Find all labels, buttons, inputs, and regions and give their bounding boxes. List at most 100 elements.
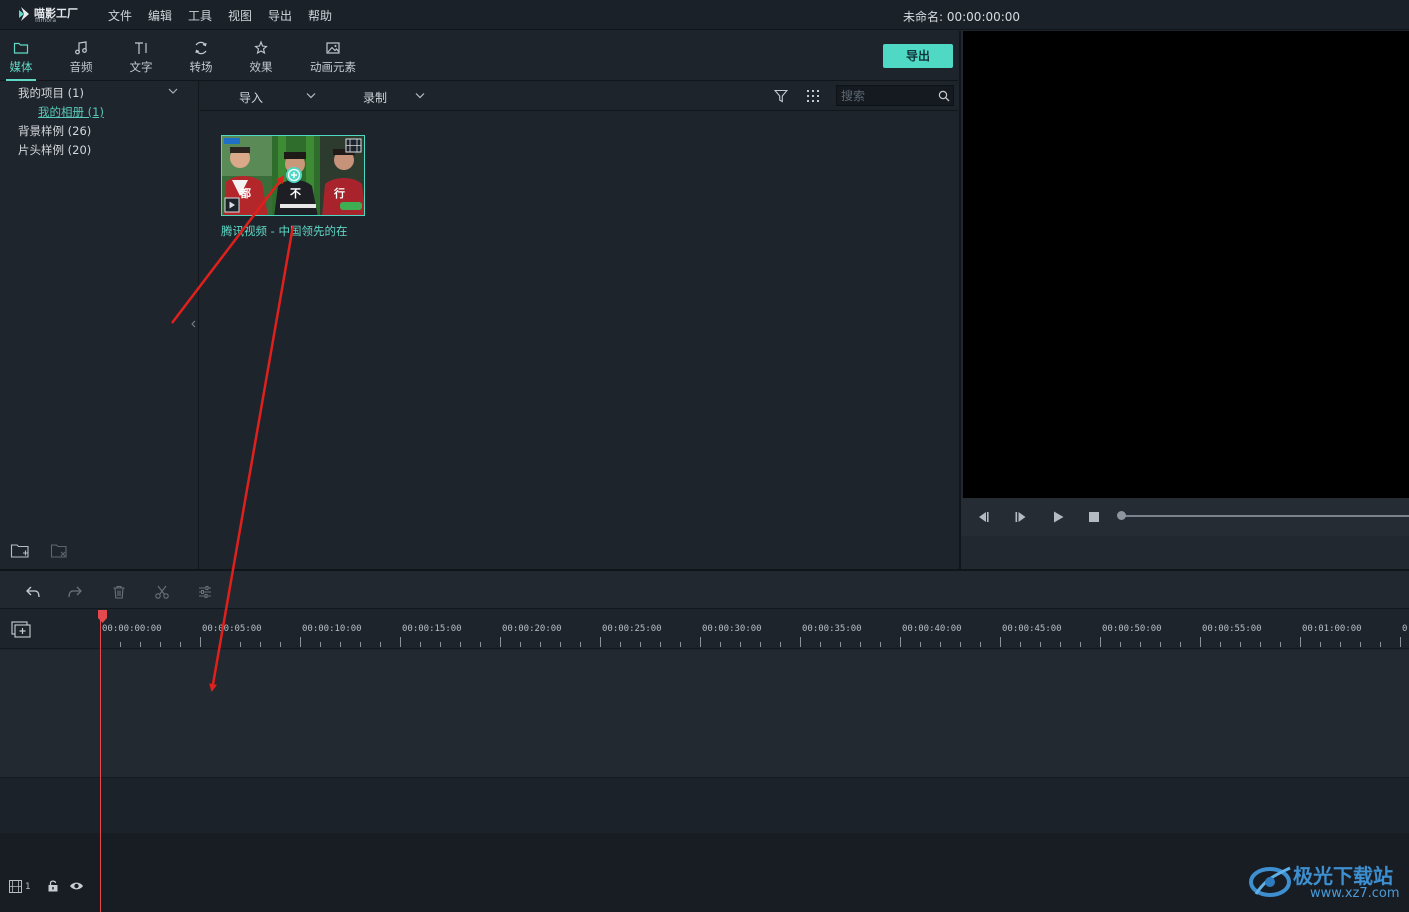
transition-icon: [195, 41, 207, 55]
preview-panel: [959, 31, 1409, 569]
tab-audio[interactable]: 音频: [64, 31, 98, 81]
chevron-down-icon[interactable]: [168, 87, 178, 95]
scrubber-knob[interactable]: [1117, 511, 1126, 520]
grid-view-icon[interactable]: [806, 89, 820, 103]
adjust-icon[interactable]: [197, 584, 213, 600]
ruler-time-label: 00:00:25:00: [602, 624, 662, 634]
add-track-icon[interactable]: [11, 621, 31, 638]
stop-icon[interactable]: [1087, 510, 1101, 524]
ruler-time-label: 00:00:55:00: [1202, 624, 1262, 634]
ruler-time-label: 00:00:10:00: [302, 624, 362, 634]
tree-item-backgrounds[interactable]: 背景样例 (26): [18, 123, 91, 139]
delete-folder-icon: [50, 544, 67, 558]
logo-subtext: filmora: [35, 17, 57, 24]
text-icon: [135, 42, 147, 54]
menu-view[interactable]: 视图: [228, 7, 252, 24]
tree-item-my-projects[interactable]: 我的项目 (1): [18, 85, 84, 101]
track-area-bottom: [0, 833, 1409, 912]
new-folder-icon[interactable]: [10, 542, 30, 560]
record-dropdown[interactable]: 录制: [363, 89, 387, 106]
track-header: 1: [0, 833, 100, 912]
track-number: 1: [25, 882, 31, 892]
cut-icon[interactable]: [154, 584, 170, 600]
preview-scrubber[interactable]: [1121, 515, 1409, 517]
tree-item-intros[interactable]: 片头样例 (20): [18, 142, 91, 158]
undo-icon[interactable]: [25, 584, 41, 600]
watermark-logo-icon: [1249, 866, 1291, 897]
step-back-icon[interactable]: [976, 510, 990, 524]
library-tabs: 媒体 音频 文字 转场 效果 动画元素 导出: [0, 31, 958, 81]
ruler-time-label: 00:01:00:00: [1302, 624, 1362, 634]
tab-media[interactable]: 媒体: [4, 31, 38, 81]
timeline-ruler[interactable]: 00:00:00:00 00:00:05:00 00:00:10:00 00:00:1…: [100, 609, 1409, 649]
preview-screen: [963, 31, 1409, 498]
project-title: 未命名: 00:00:00:00: [903, 10, 1021, 24]
menu-export[interactable]: 导出: [268, 7, 292, 24]
site-watermark: 极光下载站 www.xz7.com: [1248, 858, 1403, 906]
menu-help[interactable]: 帮助: [308, 7, 332, 24]
thumb-caption-1: 都: [239, 186, 251, 200]
redo-icon[interactable]: [67, 584, 83, 600]
media-thumbnail[interactable]: 都 不 行: [221, 135, 365, 216]
menu-bar: 喵影工厂 filmora 文件 编辑 工具 视图 导出 帮助 未命名: 00:0…: [0, 0, 1409, 30]
playhead-marker-icon[interactable]: [98, 610, 107, 623]
app-logo: 喵影工厂 filmora: [16, 4, 86, 26]
logo-icon: [19, 7, 29, 21]
playback-controls: [961, 498, 1409, 536]
watermark-url: www.xz7.com: [1310, 886, 1400, 901]
ruler-time-label: 00:00:15:00: [402, 624, 462, 634]
music-note-icon: [75, 41, 87, 55]
audio-track[interactable]: [0, 777, 1409, 833]
video-thumbnail-image: 都 不 行: [222, 136, 364, 215]
tab-label: 效果: [249, 60, 273, 74]
ruler-time-label: 00:00:40:00: [902, 624, 962, 634]
ruler-time-label: 00:00:05:00: [202, 624, 262, 634]
menu-file[interactable]: 文件: [108, 7, 132, 24]
menu-tools[interactable]: 工具: [188, 7, 212, 24]
folder-icon: [13, 42, 29, 54]
tab-label: 音频: [69, 60, 93, 74]
ruler-time-label: 00:00:20:00: [502, 624, 562, 634]
chevron-down-icon[interactable]: [306, 92, 316, 99]
tab-effects[interactable]: 效果: [244, 31, 278, 81]
search-input[interactable]: [841, 87, 933, 105]
ruler-time-label: 00:00:45:00: [1002, 624, 1062, 634]
collapse-panel-icon[interactable]: [189, 319, 197, 329]
tab-label: 媒体: [9, 60, 33, 74]
import-dropdown[interactable]: 导入: [239, 89, 263, 106]
watermark-text: 极光下载站: [1293, 864, 1393, 888]
tab-elements[interactable]: 动画元素: [306, 31, 360, 81]
film-icon: [9, 880, 22, 893]
thumb-caption-2: 不: [290, 187, 301, 200]
tree-item-my-album[interactable]: 我的相册 (1): [38, 104, 104, 120]
play-icon[interactable]: [1051, 510, 1065, 524]
tab-transitions[interactable]: 转场: [184, 31, 218, 81]
timeline-toolbar: [0, 569, 1409, 609]
step-forward-icon[interactable]: [1014, 510, 1028, 524]
ruler-time-label: 00:00:30:00: [702, 624, 762, 634]
thumb-caption-3: 行: [333, 186, 345, 200]
filter-icon[interactable]: [774, 89, 788, 103]
media-tree-panel: 我的项目 (1) 我的相册 (1) 背景样例 (26) 片头样例 (20): [0, 81, 199, 569]
export-button[interactable]: 导出: [883, 44, 953, 68]
tab-label: 转场: [189, 60, 213, 74]
eye-icon[interactable]: [69, 881, 84, 891]
lock-icon[interactable]: [47, 879, 59, 892]
ruler-time-label: 00:00:00:00: [102, 624, 162, 634]
ruler-time-label: 00:00:50:00: [1102, 624, 1162, 634]
tab-text[interactable]: 文字: [124, 31, 158, 81]
media-toolbar: 导入 录制: [200, 81, 958, 111]
delete-icon[interactable]: [111, 584, 127, 600]
image-icon: [326, 42, 340, 54]
playhead-line[interactable]: [100, 610, 101, 912]
media-library: 都 不 行 腾讯视频 - 中国领先的在: [200, 112, 958, 569]
search-icon[interactable]: [938, 90, 950, 102]
ruler-time-label: 00:00:35:00: [802, 624, 862, 634]
tab-label: 文字: [129, 60, 153, 74]
tab-label: 动画元素: [310, 60, 356, 74]
menu-edit[interactable]: 编辑: [148, 7, 172, 24]
video-track[interactable]: [0, 650, 1409, 777]
ruler-time-label: 0: [1402, 624, 1408, 634]
chevron-down-icon[interactable]: [415, 92, 425, 99]
media-item-caption: 腾讯视频 - 中国领先的在: [221, 224, 348, 238]
